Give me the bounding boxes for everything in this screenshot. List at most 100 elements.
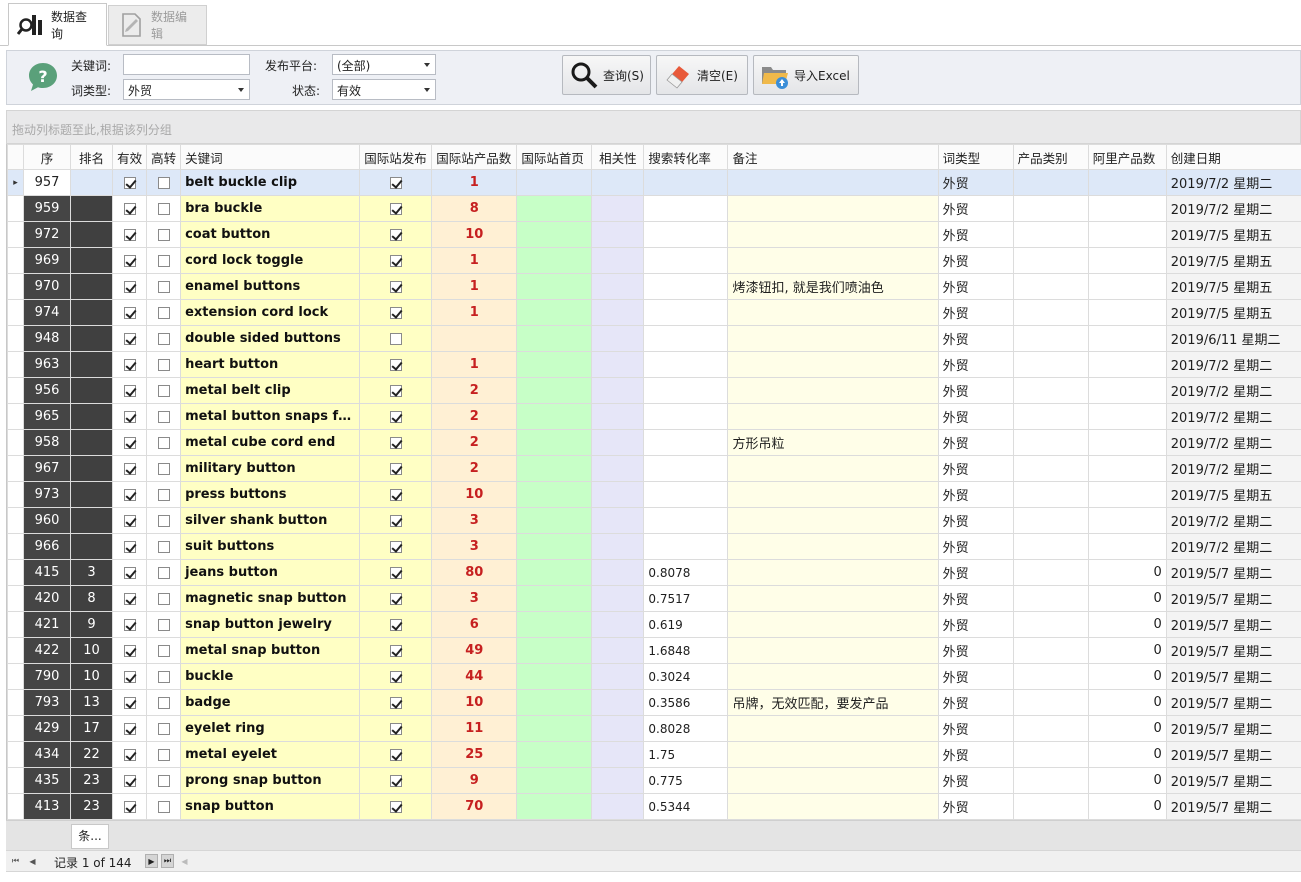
cell-intl-published[interactable] <box>359 585 433 612</box>
cell-high-conversion[interactable] <box>146 559 182 586</box>
cell-intl-published[interactable] <box>359 299 433 326</box>
cell-intl-product-count[interactable]: 2 <box>431 403 518 430</box>
col-header-intl-product-count[interactable]: 国际站产品数 <box>431 144 518 170</box>
cell-product-category[interactable] <box>1012 195 1089 222</box>
cell-high-conversion[interactable] <box>146 195 182 222</box>
cell-intl-product-count[interactable]: 3 <box>431 585 518 612</box>
cell-intl-published[interactable] <box>359 221 433 248</box>
cell-rank[interactable]: 23 <box>70 793 114 820</box>
checked-checkbox-icon[interactable] <box>389 462 402 475</box>
cell-valid[interactable] <box>112 767 148 794</box>
cell-word-type[interactable]: 外贸 <box>937 221 1014 248</box>
cell-intl-product-count[interactable]: 70 <box>431 793 518 820</box>
checked-checkbox-icon[interactable] <box>389 514 402 527</box>
checked-checkbox-icon[interactable] <box>389 722 402 735</box>
cell-seq[interactable]: 959 <box>22 195 72 222</box>
cell-created-date[interactable]: 2019/7/2 星期二 <box>1165 507 1301 534</box>
checked-checkbox-icon[interactable] <box>389 644 402 657</box>
table-row[interactable]: 972 coat button 10 外贸 2019/7/5 星期五 <box>7 221 1301 248</box>
cell-intl-product-count[interactable]: 10 <box>431 221 518 248</box>
cell-keyword[interactable]: silver shank button <box>180 507 361 534</box>
cell-note[interactable] <box>727 767 939 794</box>
cell-search-conversion[interactable]: 0.619 <box>643 611 729 638</box>
cell-ali-product-count[interactable] <box>1087 481 1167 508</box>
tab-data-query[interactable]: 数据查询 <box>8 3 107 46</box>
checked-checkbox-icon[interactable] <box>389 280 402 293</box>
cell-intl-published[interactable] <box>359 767 433 794</box>
cell-keyword[interactable]: metal snap button <box>180 637 361 664</box>
cell-product-category[interactable] <box>1012 689 1089 716</box>
cell-created-date[interactable]: 2019/7/5 星期五 <box>1165 481 1301 508</box>
table-row[interactable]: 421 9 snap button jewelry 6 0.619 外贸 0 2019/5/7… <box>7 611 1301 638</box>
cell-relevance[interactable] <box>591 351 645 378</box>
cell-keyword[interactable]: snap button <box>180 793 361 820</box>
cell-search-conversion[interactable]: 0.8028 <box>643 715 729 742</box>
cell-note[interactable] <box>727 559 939 586</box>
cell-search-conversion[interactable] <box>643 273 729 300</box>
checked-checkbox-icon[interactable] <box>123 228 136 241</box>
cell-seq[interactable]: 974 <box>22 299 72 326</box>
cell-ali-product-count[interactable]: 0 <box>1087 559 1167 586</box>
cell-seq[interactable]: 960 <box>22 507 72 534</box>
cell-intl-published[interactable] <box>359 325 433 352</box>
table-row[interactable]: 415 3 jeans button 80 0.8078 外贸 0 2019/5/7 星期二 <box>7 559 1301 586</box>
cell-product-category[interactable] <box>1012 533 1089 560</box>
cell-valid[interactable] <box>112 195 148 222</box>
cell-relevance[interactable] <box>591 429 645 456</box>
unchecked-checkbox-icon[interactable] <box>157 176 170 189</box>
cell-high-conversion[interactable] <box>146 533 182 560</box>
col-header-high-conversion[interactable]: 高转 <box>146 144 182 170</box>
cell-word-type[interactable]: 外贸 <box>937 715 1014 742</box>
cell-high-conversion[interactable] <box>146 221 182 248</box>
cell-seq[interactable]: 965 <box>22 403 72 430</box>
cell-created-date[interactable]: 2019/7/2 星期二 <box>1165 455 1301 482</box>
cell-rank[interactable] <box>70 325 114 352</box>
cell-relevance[interactable] <box>591 559 645 586</box>
cell-keyword[interactable]: enamel buttons <box>180 273 361 300</box>
cell-intl-product-count[interactable]: 2 <box>431 455 518 482</box>
cell-ali-product-count[interactable] <box>1087 507 1167 534</box>
cell-high-conversion[interactable] <box>146 325 182 352</box>
cell-intl-published[interactable] <box>359 351 433 378</box>
cell-search-conversion[interactable] <box>643 377 729 404</box>
cell-ali-product-count[interactable]: 0 <box>1087 741 1167 768</box>
checked-checkbox-icon[interactable] <box>123 254 136 267</box>
cell-rank[interactable]: 17 <box>70 715 114 742</box>
checked-checkbox-icon[interactable] <box>389 436 402 449</box>
cell-relevance[interactable] <box>591 195 645 222</box>
cell-valid[interactable] <box>112 715 148 742</box>
cell-high-conversion[interactable] <box>146 611 182 638</box>
table-row[interactable]: 963 heart button 1 外贸 2019/7/2 星期二 <box>7 351 1301 378</box>
cell-relevance[interactable] <box>591 507 645 534</box>
table-row[interactable]: 965 metal button snaps for l... 2 外贸 2019/7/… <box>7 403 1301 430</box>
cell-word-type[interactable]: 外贸 <box>937 741 1014 768</box>
cell-product-category[interactable] <box>1012 507 1089 534</box>
cell-product-category[interactable] <box>1012 741 1089 768</box>
cell-valid[interactable] <box>112 273 148 300</box>
col-header-ali-product-count[interactable]: 阿里产品数 <box>1087 144 1167 170</box>
cell-valid[interactable] <box>112 585 148 612</box>
cell-intl-product-count[interactable]: 44 <box>431 663 518 690</box>
col-header-keyword[interactable]: 关键词 <box>180 144 361 170</box>
checked-checkbox-icon[interactable] <box>123 332 136 345</box>
cell-search-conversion[interactable] <box>643 169 729 196</box>
cell-product-category[interactable] <box>1012 403 1089 430</box>
unchecked-checkbox-icon[interactable] <box>157 540 170 553</box>
table-row[interactable]: 959 bra buckle 8 外贸 2019/7/2 星期二 <box>7 195 1301 222</box>
cell-search-conversion[interactable]: 0.775 <box>643 767 729 794</box>
cell-word-type[interactable]: 外贸 <box>937 585 1014 612</box>
cell-created-date[interactable]: 2019/5/7 星期二 <box>1165 585 1301 612</box>
unchecked-checkbox-icon[interactable] <box>157 566 170 579</box>
cell-created-date[interactable]: 2019/5/7 星期二 <box>1165 741 1301 768</box>
cell-intl-homepage[interactable] <box>516 247 593 274</box>
checked-checkbox-icon[interactable] <box>389 618 402 631</box>
tab-data-edit[interactable]: 数据编辑 <box>108 5 207 45</box>
table-row[interactable]: 966 suit buttons 3 外贸 2019/7/2 星期二 <box>7 533 1301 560</box>
cell-created-date[interactable]: 2019/7/2 星期二 <box>1165 377 1301 404</box>
cell-seq[interactable]: 793 <box>22 689 72 716</box>
cell-valid[interactable] <box>112 689 148 716</box>
cell-rank[interactable]: 10 <box>70 637 114 664</box>
table-row[interactable]: 974 extension cord lock 1 外贸 2019/7/5 星期五 <box>7 299 1301 326</box>
cell-relevance[interactable] <box>591 741 645 768</box>
cell-note[interactable] <box>727 715 939 742</box>
